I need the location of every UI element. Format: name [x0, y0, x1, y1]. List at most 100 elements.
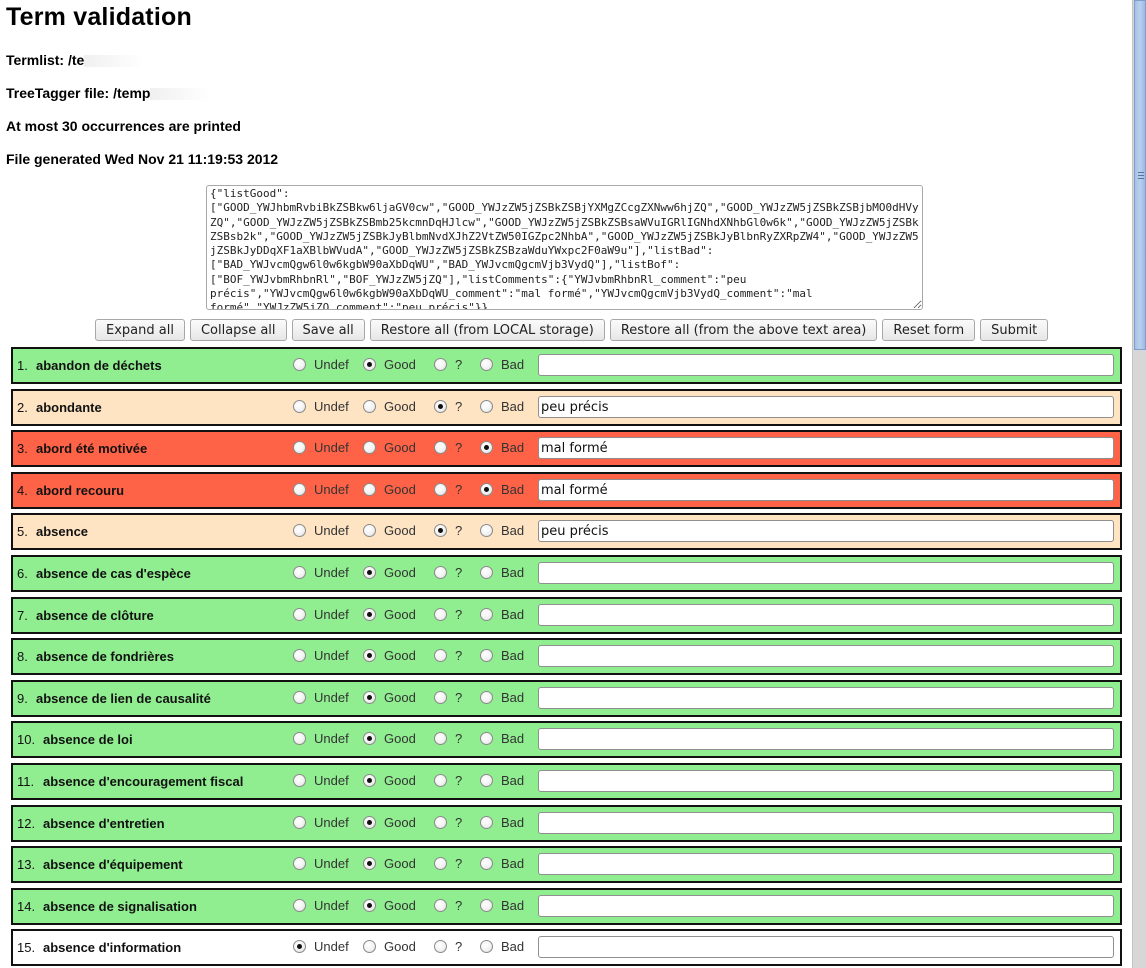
- radio-label: Bad: [501, 815, 525, 830]
- radio-button[interactable]: [434, 857, 447, 870]
- radio-label: Undef: [314, 523, 349, 538]
- radio-label: Bad: [501, 565, 525, 580]
- term-label: absence d'information: [43, 940, 182, 955]
- radio-button[interactable]: [434, 483, 447, 496]
- radio-label: ?: [455, 939, 463, 954]
- radio-button[interactable]: [293, 899, 306, 912]
- term-row: 2. abondante Undef Good? Bad: [11, 389, 1122, 426]
- radio-button[interactable]: [480, 732, 493, 745]
- radio-label: Bad: [501, 898, 525, 913]
- expand-all-button[interactable]: Expand all: [95, 319, 185, 341]
- radio-button[interactable]: [480, 400, 493, 413]
- comment-input[interactable]: [538, 604, 1114, 626]
- radio-label: Bad: [501, 482, 525, 497]
- collapse-all-button[interactable]: Collapse all: [189, 319, 287, 341]
- radio-button[interactable]: [434, 732, 447, 745]
- radio-button[interactable]: [480, 649, 493, 662]
- radio-button[interactable]: [434, 816, 447, 829]
- radio-label: Undef: [314, 731, 349, 746]
- radio-button[interactable]: [293, 566, 306, 579]
- radio-label: Undef: [314, 648, 349, 663]
- radio-button[interactable]: [293, 732, 306, 745]
- comment-input[interactable]: [538, 853, 1114, 875]
- scrollbar-thumb[interactable]: [1134, 0, 1146, 350]
- radio-button[interactable]: [363, 691, 376, 704]
- restore-textarea-button[interactable]: Restore all (from the above text area): [609, 319, 878, 341]
- radio-button[interactable]: [434, 899, 447, 912]
- radio-button[interactable]: [480, 608, 493, 621]
- comment-input[interactable]: [538, 562, 1114, 584]
- radio-button[interactable]: [363, 857, 376, 870]
- radio-label: Good: [384, 815, 416, 830]
- radio-button[interactable]: [363, 816, 376, 829]
- comment-input[interactable]: [538, 354, 1114, 376]
- comment-input[interactable]: [538, 812, 1114, 834]
- comment-input[interactable]: [538, 936, 1114, 958]
- radio-button[interactable]: [480, 524, 493, 537]
- radio-button[interactable]: [363, 899, 376, 912]
- radio-button[interactable]: [363, 649, 376, 662]
- comment-input[interactable]: [538, 479, 1114, 501]
- radio-button[interactable]: [434, 566, 447, 579]
- radio-button[interactable]: [480, 899, 493, 912]
- radio-button[interactable]: [434, 441, 447, 454]
- radio-button[interactable]: [293, 400, 306, 413]
- radio-button[interactable]: [363, 608, 376, 621]
- radio-button[interactable]: [293, 857, 306, 870]
- comment-input[interactable]: [538, 645, 1114, 667]
- radio-button[interactable]: [480, 358, 493, 371]
- radio-button[interactable]: [363, 566, 376, 579]
- comment-input[interactable]: [538, 728, 1114, 750]
- vertical-scrollbar[interactable]: [1132, 0, 1146, 968]
- radio-button[interactable]: [480, 940, 493, 953]
- radio-button[interactable]: [293, 816, 306, 829]
- radio-button[interactable]: [293, 358, 306, 371]
- radio-button[interactable]: [480, 691, 493, 704]
- radio-button[interactable]: [434, 524, 447, 537]
- radio-button[interactable]: [363, 400, 376, 413]
- json-state-textarea[interactable]: [206, 185, 923, 310]
- radio-button[interactable]: [363, 358, 376, 371]
- radio-button[interactable]: [293, 524, 306, 537]
- radio-button[interactable]: [480, 566, 493, 579]
- radio-button[interactable]: [293, 691, 306, 704]
- page-title: Term validation: [6, 3, 192, 31]
- term-row: 15. absence d'information Undef Good? Bad: [11, 929, 1122, 966]
- radio-button[interactable]: [363, 940, 376, 953]
- radio-button[interactable]: [293, 483, 306, 496]
- radio-button[interactable]: [480, 441, 493, 454]
- radio-button[interactable]: [363, 774, 376, 787]
- restore-local-button[interactable]: Restore all (from LOCAL storage): [369, 319, 605, 341]
- radio-label: ?: [455, 898, 463, 913]
- comment-input[interactable]: [538, 437, 1114, 459]
- radio-button[interactable]: [434, 940, 447, 953]
- radio-button[interactable]: [480, 483, 493, 496]
- radio-button[interactable]: [434, 691, 447, 704]
- radio-button[interactable]: [363, 483, 376, 496]
- save-all-button[interactable]: Save all: [291, 319, 365, 341]
- reset-form-button[interactable]: Reset form: [882, 319, 976, 341]
- radio-button[interactable]: [480, 816, 493, 829]
- radio-button[interactable]: [434, 608, 447, 621]
- radio-button[interactable]: [480, 857, 493, 870]
- radio-button[interactable]: [434, 358, 447, 371]
- radio-button[interactable]: [293, 649, 306, 662]
- radio-button[interactable]: [293, 441, 306, 454]
- submit-button[interactable]: Submit: [980, 319, 1049, 341]
- radio-button[interactable]: [434, 400, 447, 413]
- radio-button[interactable]: [293, 608, 306, 621]
- comment-input[interactable]: [538, 396, 1114, 418]
- radio-button[interactable]: [434, 649, 447, 662]
- comment-input[interactable]: [538, 520, 1114, 542]
- comment-input[interactable]: [538, 770, 1114, 792]
- comment-input[interactable]: [538, 895, 1114, 917]
- radio-button[interactable]: [480, 774, 493, 787]
- term-label: abord été motivée: [36, 441, 148, 456]
- radio-button[interactable]: [293, 774, 306, 787]
- radio-button[interactable]: [293, 940, 306, 953]
- radio-button[interactable]: [363, 441, 376, 454]
- radio-button[interactable]: [434, 774, 447, 787]
- comment-input[interactable]: [538, 687, 1114, 709]
- radio-button[interactable]: [363, 732, 376, 745]
- radio-button[interactable]: [363, 524, 376, 537]
